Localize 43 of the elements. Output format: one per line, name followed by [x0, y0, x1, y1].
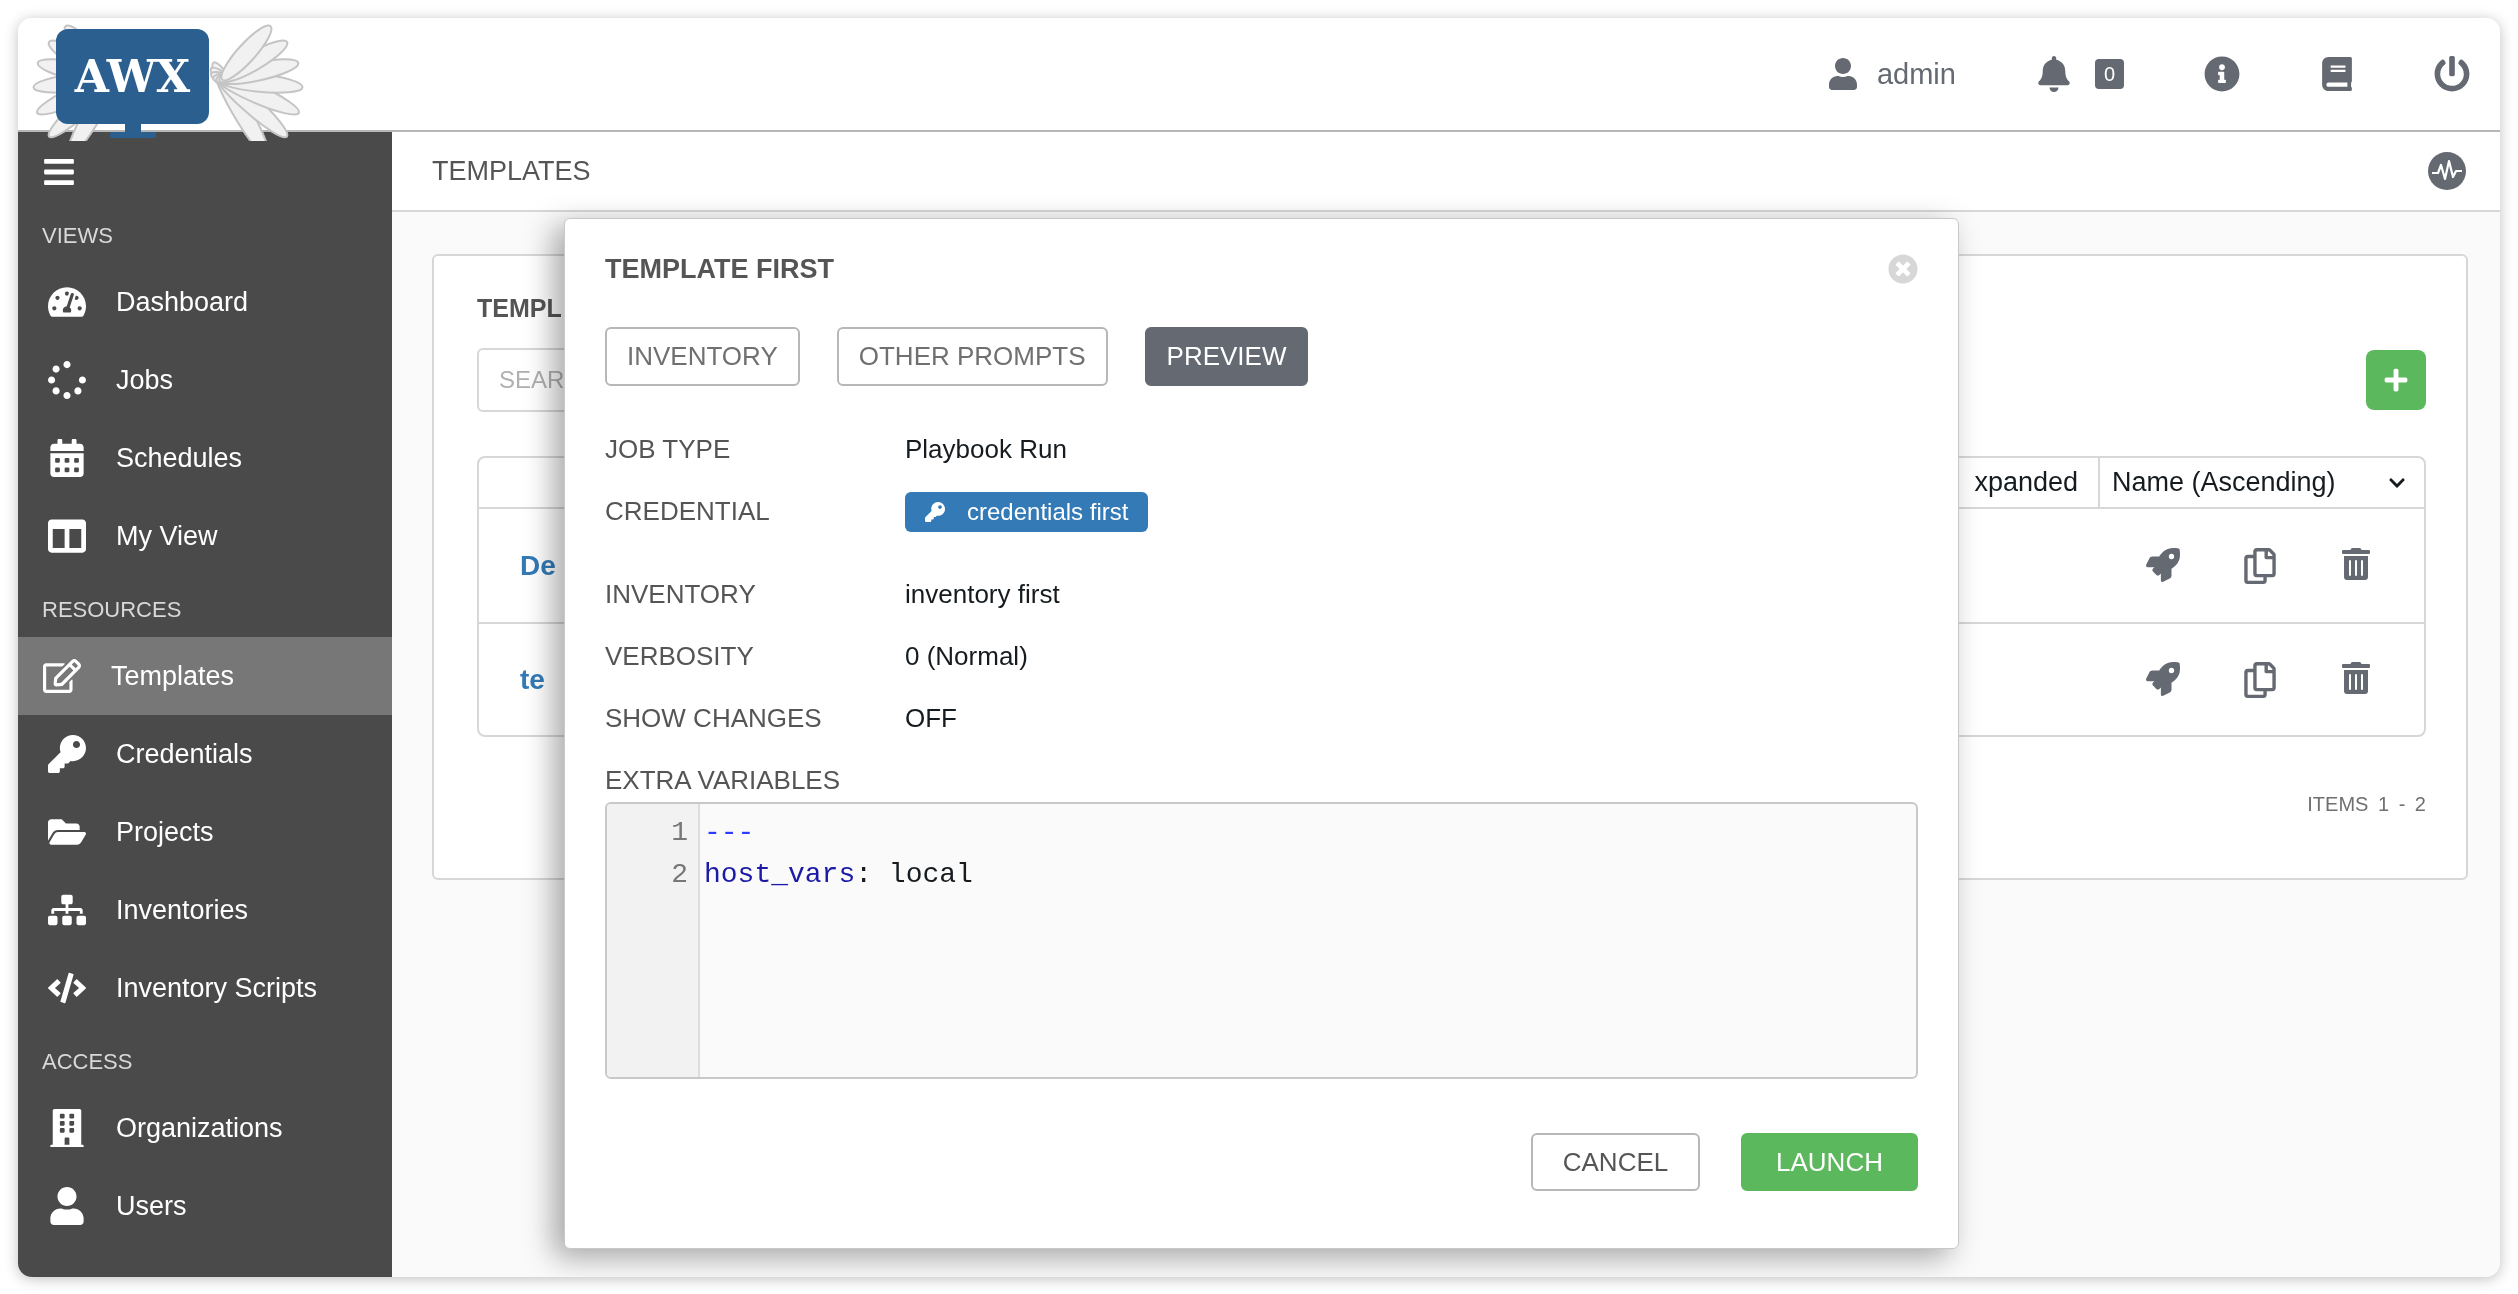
sidebar-item[interactable]: Templates	[18, 637, 392, 715]
sidebar-item[interactable]: Inventory Scripts	[18, 949, 392, 1027]
line-number: 2	[671, 858, 688, 892]
breadcrumb: TEMPLATES	[432, 155, 591, 187]
sidebar-item[interactable]: Inventories	[18, 871, 392, 949]
field-label: INVENTORY	[605, 578, 757, 611]
step-tab[interactable]: OTHER PROMPTS	[836, 327, 1108, 386]
sidebar-section-title: RESOURCES	[41, 596, 183, 624]
field-label: CREDENTIAL	[605, 495, 771, 528]
field-value: OFF	[905, 702, 957, 735]
notification-count: 0	[2094, 59, 2124, 89]
step-tab[interactable]: INVENTORY	[605, 327, 800, 386]
sidebar-item[interactable]: Credentials	[18, 715, 392, 793]
sidebar-item[interactable]: Organizations	[18, 1089, 392, 1167]
items-count: ITEMS 1 - 2	[2307, 793, 2426, 816]
field-label: VERBOSITY	[605, 640, 755, 673]
code-editor[interactable]: 1 2 --- host_vars: local	[605, 802, 1918, 1079]
field-label: JOB TYPE	[605, 433, 732, 466]
sidebar-item[interactable]: My View	[18, 497, 392, 575]
field-value: Playbook Run	[905, 433, 1067, 466]
sidebar-item[interactable]: Schedules	[18, 419, 392, 497]
sidebar-section-title: ACCESS	[41, 1048, 134, 1076]
line-number: 1	[671, 816, 688, 850]
cancel-button[interactable]: CANCEL	[1531, 1133, 1700, 1191]
code-line: host_vars: local	[704, 858, 973, 892]
sidebar-item[interactable]: Jobs	[18, 341, 392, 419]
field-label: EXTRA VARIABLES	[605, 764, 842, 797]
sidebar-item[interactable]: Dashboard	[18, 263, 392, 341]
credential-tag: credentials first	[905, 492, 1149, 532]
user-link[interactable]: admin	[1826, 57, 1956, 91]
template-link[interactable]: De	[520, 549, 556, 582]
dialog-title: TEMPLATE FIRST	[605, 253, 834, 285]
sidebar-item[interactable]: Users	[18, 1167, 392, 1245]
sort-dropdown[interactable]: Name (Ascending)	[2100, 458, 2424, 507]
step-tab[interactable]: PREVIEW	[1144, 327, 1309, 386]
card-title: TEMPL	[477, 293, 563, 324]
field-value: inventory first	[905, 578, 1060, 611]
field-label: SHOW CHANGES	[605, 702, 823, 735]
field-value: 0 (Normal)	[905, 640, 1028, 673]
sidebar-section-title: VIEWS	[41, 222, 114, 250]
template-link[interactable]: te	[520, 663, 545, 696]
sidebar-item[interactable]: Projects	[18, 793, 392, 871]
code-line: ---	[704, 816, 756, 850]
